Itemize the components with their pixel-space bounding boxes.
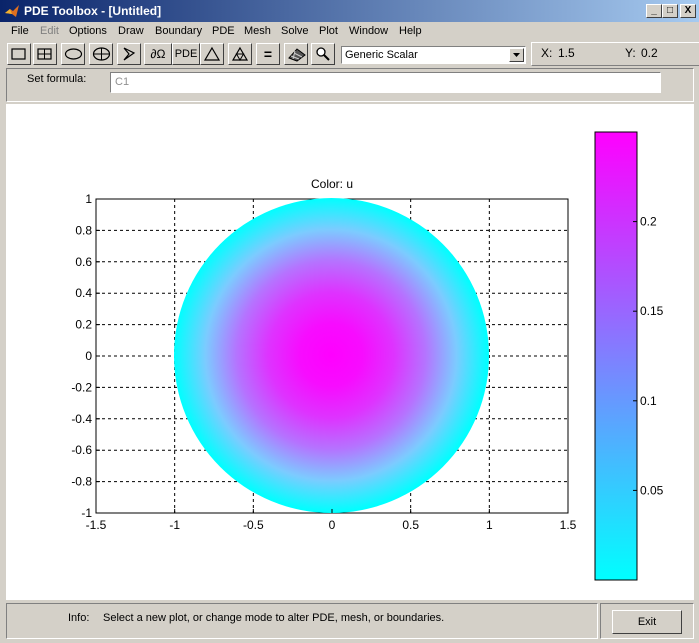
chevron-down-icon: [513, 53, 520, 57]
close-button[interactable]: X: [680, 4, 696, 18]
init-mesh-icon: [203, 46, 221, 61]
plot-canvas[interactable]: -1.5 -1 -0.5 0 0.5 1 1.5 -1-0.8-0.6-0.4-0.200.…: [6, 104, 694, 600]
solve-icon: =: [263, 46, 273, 62]
window-title: PDE Toolbox - [Untitled]: [24, 4, 162, 18]
init-mesh-button[interactable]: [200, 43, 224, 65]
maximize-icon: □: [666, 5, 674, 16]
x-tick-label: 0: [329, 518, 336, 532]
y-tick-label: -0.8: [71, 475, 92, 489]
x-tick-label: -1: [169, 518, 180, 532]
menu-window[interactable]: Window: [349, 25, 388, 37]
zoom-icon: [316, 47, 330, 61]
title-bar: PDE Toolbox - [Untitled] _ □ X: [0, 0, 699, 22]
x-coord-value: 1.5: [558, 46, 575, 60]
coordinate-readout: X: 1.5 Y: 0.2: [531, 42, 699, 66]
plot-area: -1.5 -1 -0.5 0 0.5 1 1.5 -1 -0.8 -0.6 -0.4 -0.2 0 0.…: [6, 104, 694, 600]
colorbar-tick-label: 0.05: [640, 483, 664, 497]
menu-pde[interactable]: PDE: [212, 25, 235, 37]
centered-ellipse-icon: [92, 47, 111, 61]
pde-spec-button[interactable]: PDE: [172, 43, 200, 65]
x-tick-label: 1.5: [560, 518, 577, 532]
y-tick-label: 0.2: [75, 318, 92, 332]
ellipse-icon: [64, 48, 83, 60]
maximize-button[interactable]: □: [662, 4, 678, 18]
refine-mesh-button[interactable]: [228, 43, 252, 65]
boundary-mode-icon: ∂Ω: [150, 47, 166, 61]
refine-mesh-icon: [231, 46, 249, 61]
centered-ellipse-button[interactable]: [89, 43, 113, 65]
pde-spec-icon: PDE: [174, 48, 198, 60]
colorbar-tick-label: 0.15: [640, 304, 664, 318]
y-coord-label: Y:: [625, 46, 636, 60]
y-coord-value: 0.2: [641, 46, 658, 60]
menu-edit[interactable]: Edit: [40, 25, 59, 37]
polygon-icon: [123, 47, 136, 61]
y-tick-label: 1: [85, 192, 92, 206]
menu-solve[interactable]: Solve: [281, 25, 309, 37]
close-icon: X: [684, 5, 692, 16]
y-tick-label: 0.4: [75, 286, 92, 300]
centered-rectangle-icon: [37, 48, 52, 60]
menu-mesh[interactable]: Mesh: [244, 25, 271, 37]
menu-file[interactable]: File: [11, 25, 29, 37]
plot-3d-icon: [288, 48, 306, 62]
minimize-button[interactable]: _: [646, 4, 662, 18]
menu-bar: File Edit Options Draw Boundary PDE Mesh…: [0, 22, 699, 42]
set-formula-input[interactable]: C1: [110, 72, 661, 93]
y-tick-label: -0.6: [71, 443, 92, 457]
x-tick-label: -0.5: [243, 518, 264, 532]
menu-draw[interactable]: Draw: [118, 25, 144, 37]
x-tick-label: -1.5: [86, 518, 107, 532]
solution-domain: [174, 198, 489, 513]
zoom-button[interactable]: [311, 43, 335, 65]
y-tick-label: -1: [81, 506, 92, 520]
minimize-icon: _: [651, 5, 657, 16]
dropdown-arrow-button[interactable]: [509, 48, 524, 62]
colorbar-tick-label: 0.1: [640, 394, 657, 408]
x-coord-label: X:: [541, 46, 553, 60]
colorbar: [594, 131, 638, 581]
ellipse-button[interactable]: [61, 43, 85, 65]
x-tick-label: 0.5: [402, 518, 419, 532]
plot-title: Color: u: [311, 177, 353, 191]
exit-button[interactable]: Exit: [612, 610, 682, 634]
boundary-mode-button[interactable]: ∂Ω: [144, 43, 172, 65]
menu-boundary[interactable]: Boundary: [155, 25, 202, 37]
x-tick-label: 1: [486, 518, 493, 532]
rectangle-button[interactable]: [7, 43, 31, 65]
centered-rectangle-button[interactable]: [33, 43, 57, 65]
solve-button[interactable]: =: [256, 43, 280, 65]
menu-plot[interactable]: Plot: [319, 25, 338, 37]
plot-3d-button[interactable]: [284, 43, 308, 65]
y-tick-label: 0.8: [75, 223, 92, 237]
info-label: Info:: [68, 612, 90, 624]
application-mode-value: Generic Scalar: [345, 49, 418, 61]
y-tick-label: -0.2: [71, 380, 92, 394]
rectangle-icon: [11, 48, 26, 60]
colorbar-tick-label: 0.2: [640, 215, 657, 229]
set-formula-label: Set formula:: [27, 73, 87, 85]
application-mode-select[interactable]: Generic Scalar: [341, 46, 526, 64]
menu-help[interactable]: Help: [399, 25, 422, 37]
matlab-logo-icon: [5, 5, 19, 17]
colorbar-axis: 0.05 0.1 0.15 0.2: [633, 215, 664, 497]
polygon-button[interactable]: [117, 43, 141, 65]
y-tick-label: 0: [85, 349, 92, 363]
info-message: Select a new plot, or change mode to alt…: [103, 612, 445, 624]
menu-options[interactable]: Options: [69, 25, 107, 37]
y-tick-label: -0.4: [71, 412, 92, 426]
y-tick-label: 0.6: [75, 255, 92, 269]
